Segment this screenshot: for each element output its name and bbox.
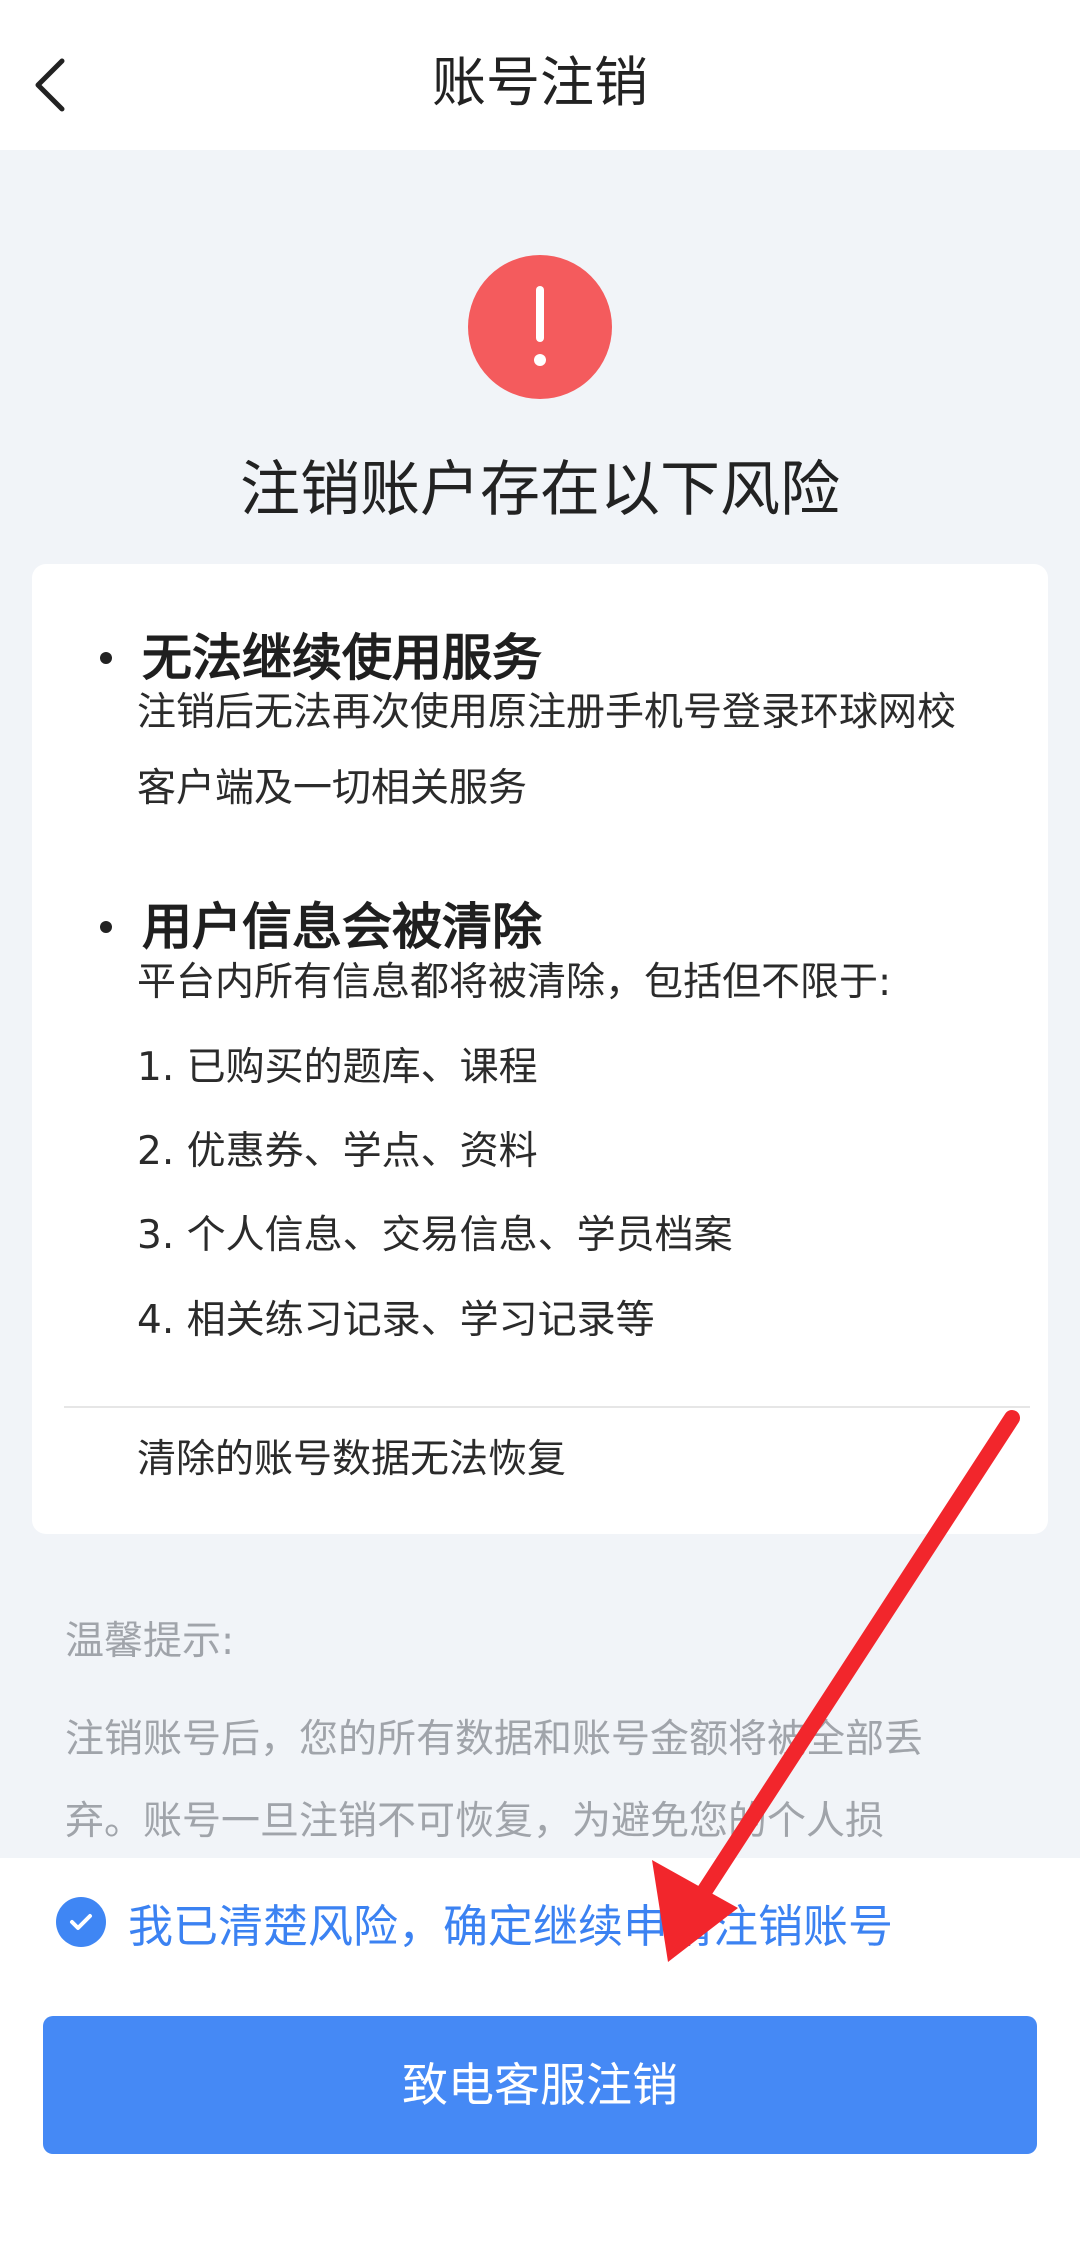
risk-heading: 注销账户存在以下风险 xyxy=(240,455,840,525)
tips-line: 注销账号后，您的所有数据和账号金额将被全部丢 xyxy=(65,1717,924,1762)
warning-badge xyxy=(468,255,612,399)
agreement-text[interactable]: 我已清楚风险，确定继续申请注销账号 xyxy=(128,1890,893,1955)
risk-line: 3. 个人信息、交易信息、学员档案 xyxy=(137,1213,733,1258)
exclamation-icon xyxy=(534,286,546,366)
risk-line: 客户端及一切相关服务 xyxy=(137,766,528,811)
bullet-dot xyxy=(100,921,112,933)
checkmark-icon[interactable] xyxy=(56,1897,106,1947)
bullet-dot xyxy=(100,652,112,664)
call-service-cancel-button[interactable]: 致电客服注销 xyxy=(43,2016,1037,2154)
risk-line: 2. 优惠券、学点、资料 xyxy=(137,1129,538,1174)
risk-line: 注销后无法再次使用原注册手机号登录环球网校 xyxy=(137,690,957,735)
tips-line: 弃。账号一旦注销不可恢复，为避免您的个人损 xyxy=(65,1799,885,1844)
risk-line: 4. 相关练习记录、学习记录等 xyxy=(137,1298,655,1343)
top-bar: 账号注销 xyxy=(0,0,1080,150)
card-footer-note: 清除的账号数据无法恢复 xyxy=(137,1437,567,1482)
risk-card: 无法继续使用服务 注销后无法再次使用原注册手机号登录环球网校 客户端及一切相关服… xyxy=(32,564,1048,1534)
account-cancel-page: 账号注销 注销账户存在以下风险 无法继续使用服务 注销后无法再次使用原注册手机号… xyxy=(0,0,1080,2241)
page-title: 账号注销 xyxy=(432,51,648,114)
tips-title: 温馨提示: xyxy=(65,1619,235,1664)
risk-line: 1. 已购买的题库、课程 xyxy=(137,1045,538,1090)
agreement-checkbox-row[interactable]: 我已清楚风险，确定继续申请注销账号 xyxy=(56,1882,893,1962)
card-divider xyxy=(64,1406,1030,1408)
risk-line: 平台内所有信息都将被清除，包括但不限于: xyxy=(137,960,892,1005)
